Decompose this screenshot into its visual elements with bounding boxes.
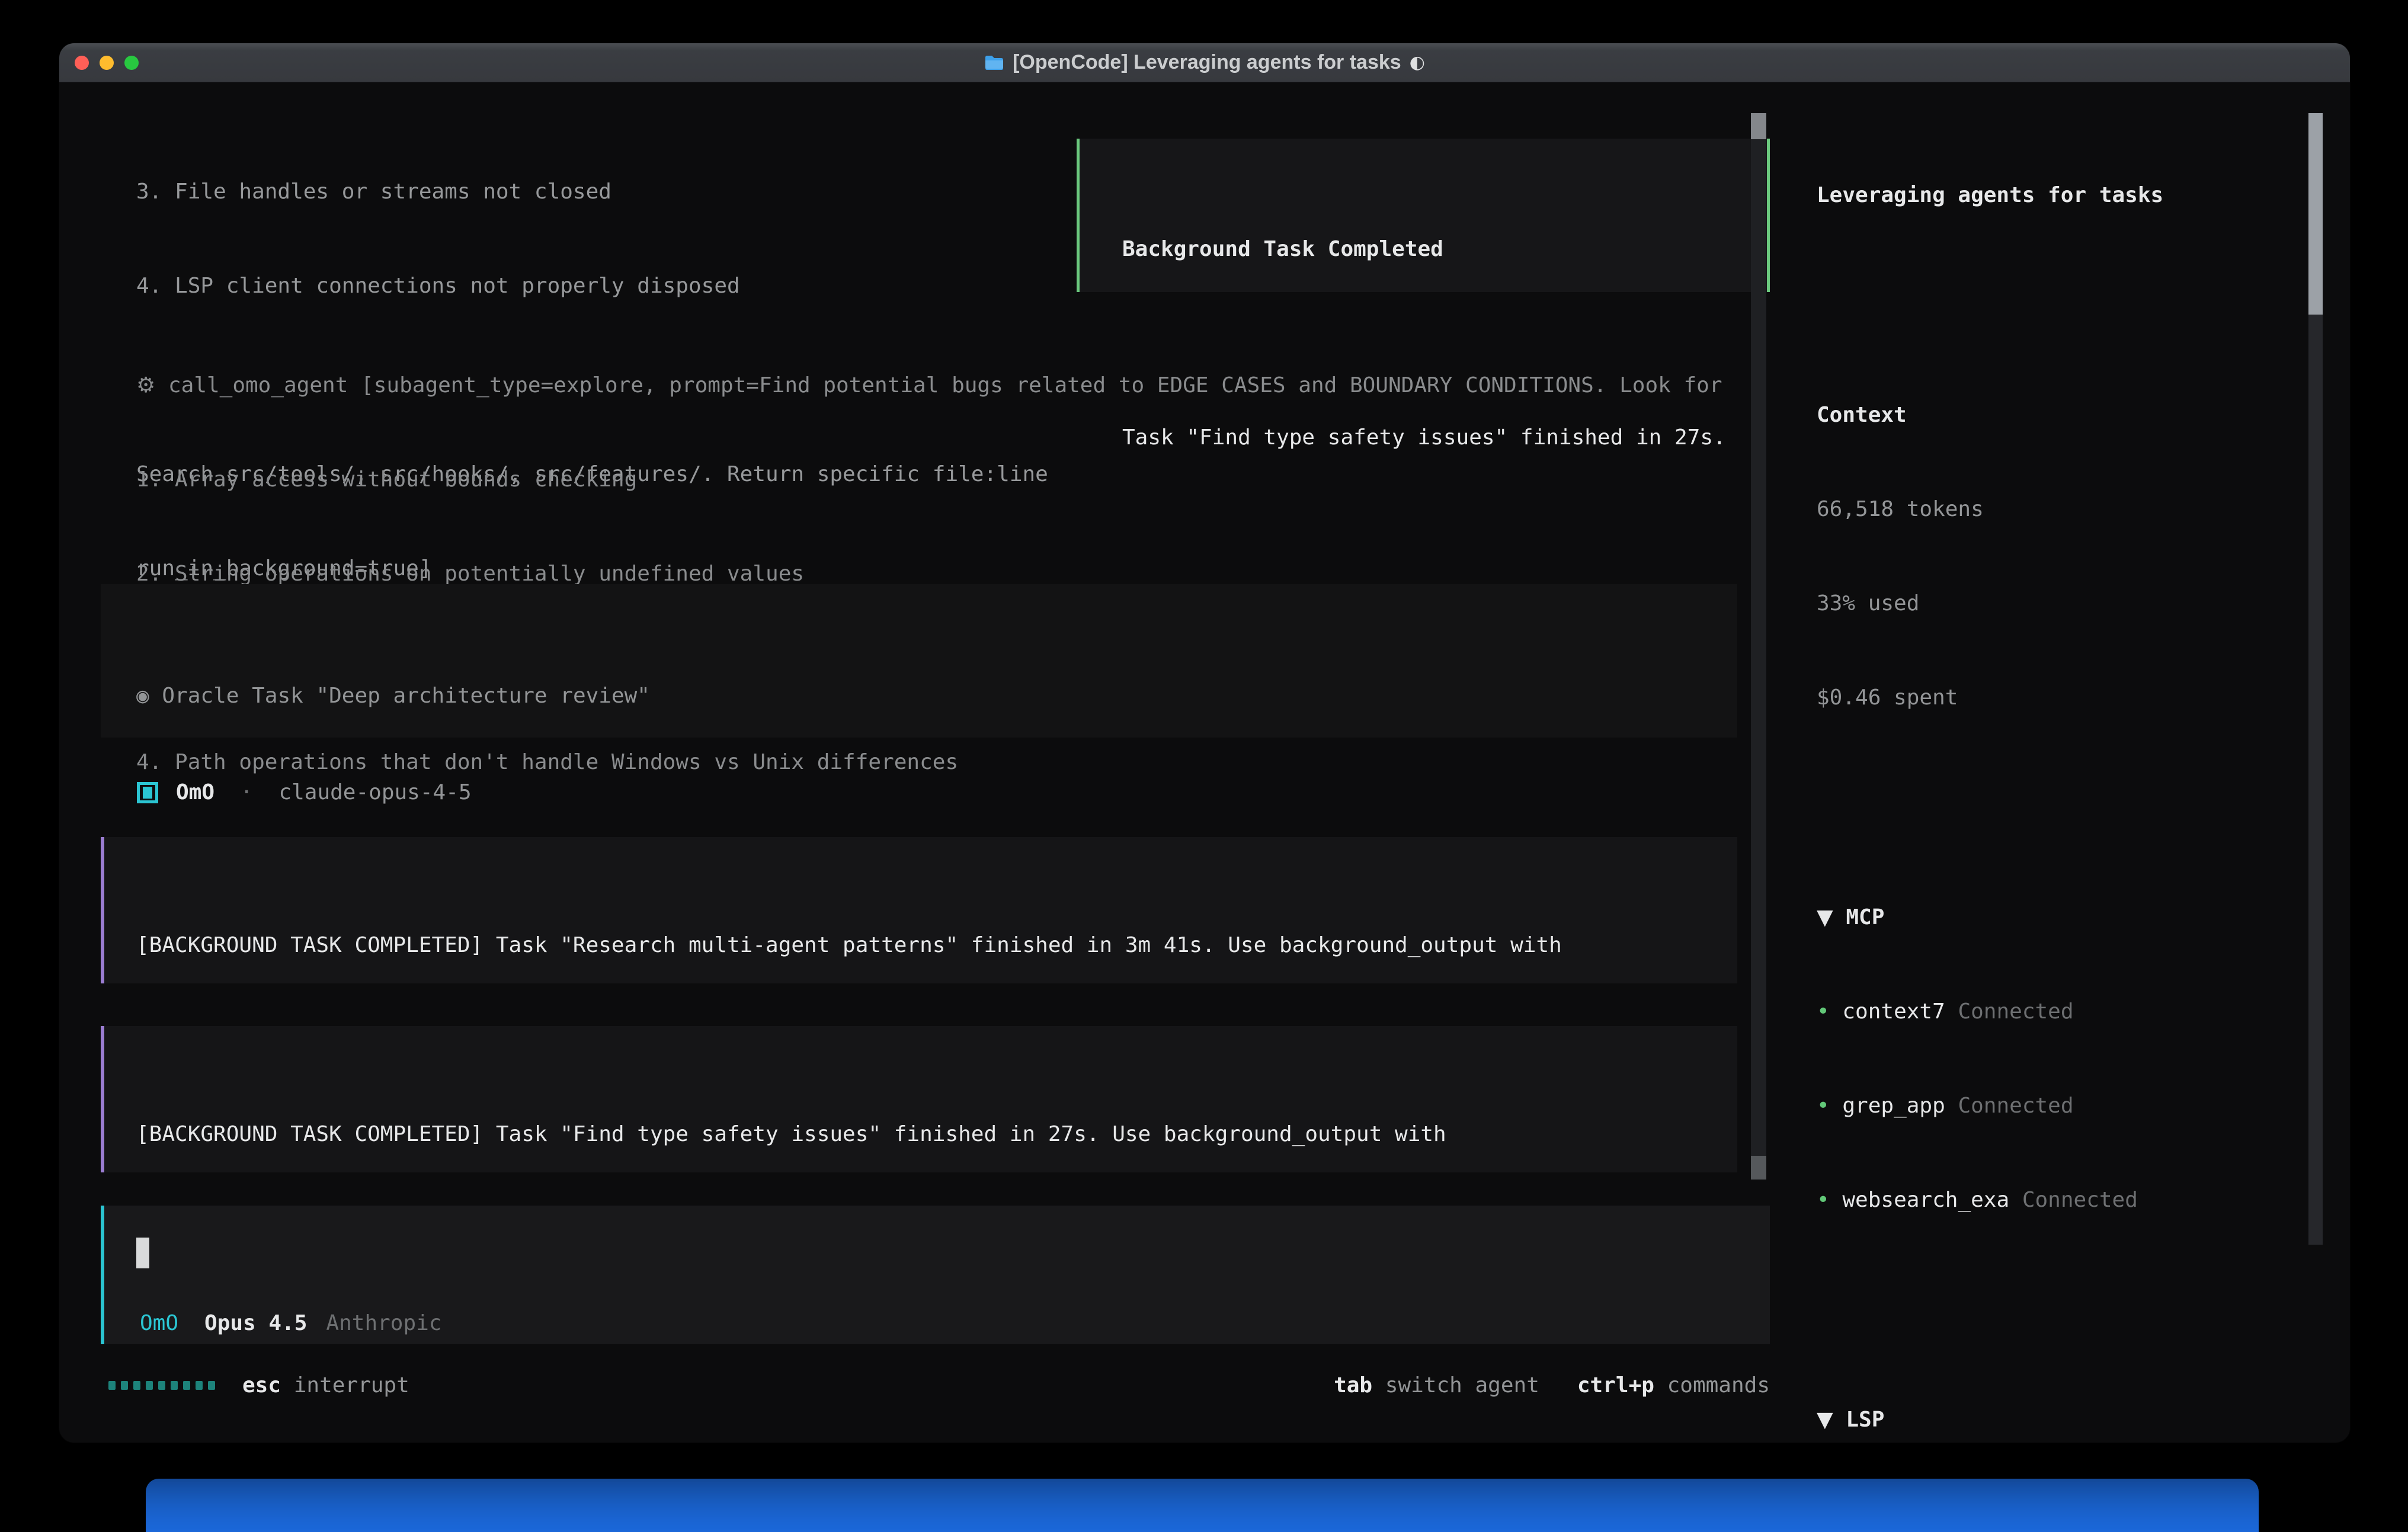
- tool-call-line: 1. Array access without bounds checking: [136, 464, 1722, 495]
- agent-icon: [137, 782, 158, 803]
- background-window-strip: [146, 1479, 2259, 1532]
- window-title: [OpenCode] Leveraging agents for tasks: [1013, 51, 1401, 74]
- session-title: Leveraging agents for tasks: [1817, 180, 2351, 211]
- background-task-message: [BACKGROUND TASK COMPLETED] Task "Resear…: [101, 837, 1737, 983]
- oracle-task-box: ◉ Oracle Task "Deep architecture review"…: [101, 584, 1737, 738]
- input-agent-name: OmO: [140, 1307, 178, 1339]
- bg-task-line: [BACKGROUND TASK COMPLETED] Task "Resear…: [136, 930, 1737, 961]
- mcp-item-status: Connected: [1958, 1094, 2073, 1118]
- collapse-triangle-icon[interactable]: ▼: [1817, 1408, 1833, 1432]
- oracle-icon: ◉: [136, 684, 149, 708]
- minimize-button[interactable]: [100, 56, 114, 70]
- separator-dot: ·: [240, 780, 253, 805]
- status-dot-icon: •: [1817, 1188, 1830, 1212]
- collapse-triangle-icon[interactable]: ▼: [1817, 905, 1833, 930]
- context-tokens: 66,518 tokens: [1817, 493, 2351, 525]
- esc-key-label: interrupt: [294, 1370, 409, 1401]
- agent-name: OmO: [176, 777, 214, 808]
- gear-icon: ⚙: [136, 373, 155, 398]
- toast-title: Background Task Completed: [1122, 233, 1767, 265]
- ctrlp-key-label: commands: [1667, 1370, 1770, 1401]
- moon-icon: ◐: [1410, 52, 1425, 73]
- mcp-item-status: Connected: [2022, 1188, 2138, 1212]
- agent-header: OmO · claude-opus-4-5: [137, 777, 472, 808]
- scrollback-line: 3. File handles or streams not closed: [136, 176, 1048, 207]
- mcp-item: • grep_app Connected: [1817, 1090, 2351, 1121]
- status-dot-icon: •: [1817, 1094, 1830, 1118]
- mcp-item-name: context7: [1842, 999, 1945, 1024]
- sidebar: Leveraging agents for tasks Context 66,5…: [1817, 117, 2351, 1443]
- background-task-toast: Background Task Completed Task "Find typ…: [1077, 139, 1770, 292]
- mcp-item: • websearch_exa Connected: [1817, 1184, 2351, 1216]
- text-cursor: [136, 1238, 149, 1268]
- status-bar: esc interrupt tab switch agent ctrl+p co…: [101, 1369, 1770, 1402]
- input-provider-name: Anthropic: [326, 1307, 441, 1339]
- close-button[interactable]: [75, 56, 89, 70]
- background-task-message: [BACKGROUND TASK COMPLETED] Task "Find t…: [101, 1026, 1737, 1172]
- mcp-item-status: Connected: [1958, 999, 2073, 1024]
- prompt-input[interactable]: OmO Opus 4.5 Anthropic: [101, 1206, 1770, 1344]
- mcp-item: • context7 Connected: [1817, 996, 2351, 1027]
- titlebar[interactable]: [OpenCode] Leveraging agents for tasks ◐: [59, 43, 2350, 82]
- terminal-window: [OpenCode] Leveraging agents for tasks ◐…: [59, 43, 2351, 1443]
- status-dot-icon: •: [1817, 999, 1830, 1024]
- working-dots: [108, 1381, 215, 1390]
- mcp-heading: MCP: [1846, 905, 1884, 930]
- tool-call-line: call_omo_agent [subagent_type=explore, p…: [168, 373, 1722, 398]
- context-spent: $0.46 spent: [1817, 682, 2351, 713]
- esc-key-hint: esc: [242, 1370, 281, 1401]
- tab-key-label: switch agent: [1385, 1370, 1539, 1401]
- main-scrollbar-thumb[interactable]: [1751, 113, 1766, 139]
- model-indicator: OmO Opus 4.5 Anthropic: [140, 1307, 442, 1339]
- mcp-item-name: websearch_exa: [1842, 1188, 2009, 1212]
- context-used: 33% used: [1817, 588, 2351, 619]
- agent-model: claude-opus-4-5: [278, 777, 471, 808]
- window-title-group: [OpenCode] Leveraging agents for tasks ◐: [59, 51, 2350, 74]
- bg-task-line: [BACKGROUND TASK COMPLETED] Task "Find t…: [136, 1118, 1737, 1150]
- context-heading: Context: [1817, 399, 2351, 431]
- lsp-heading: LSP: [1846, 1408, 1884, 1432]
- traffic-lights: [59, 56, 139, 70]
- folder-icon: [984, 55, 1004, 71]
- input-model-name: Opus 4.5: [204, 1307, 307, 1339]
- ctrlp-key-hint: ctrl+p: [1577, 1370, 1654, 1401]
- tab-key-hint: tab: [1334, 1370, 1372, 1401]
- oracle-title: Oracle Task "Deep architecture review": [162, 684, 650, 708]
- mcp-item-name: grep_app: [1842, 1094, 1945, 1118]
- scrollback-line: 4. LSP client connections not properly d…: [136, 270, 1048, 302]
- main-scrollbar-cap: [1751, 1156, 1766, 1180]
- main-scrollbar[interactable]: [1751, 113, 1766, 1180]
- zoom-button[interactable]: [124, 56, 139, 70]
